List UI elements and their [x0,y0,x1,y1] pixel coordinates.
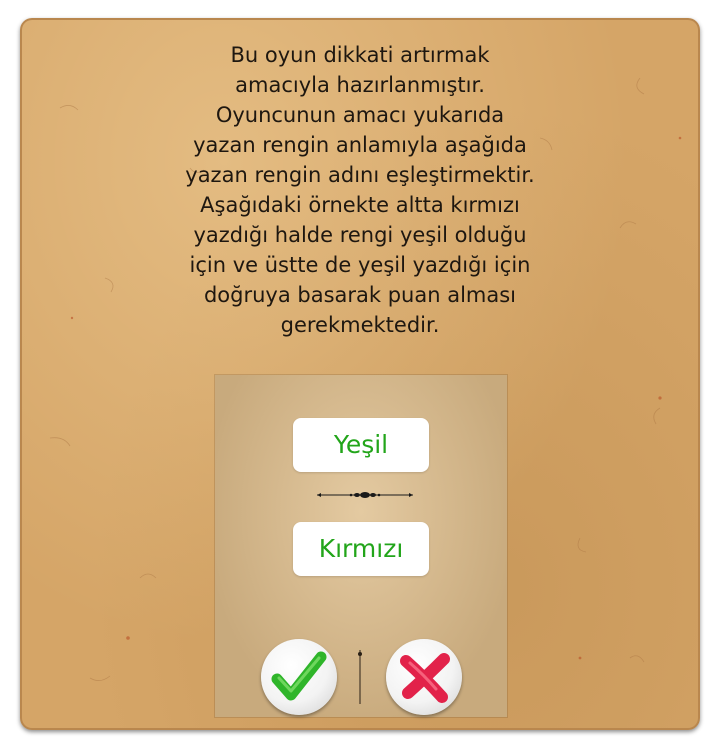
instruction-line: Aşağıdaki örnekte altta kırmızı [200,193,520,217]
instruction-line: yazdığı halde rengi yeşil olduğu [193,223,527,247]
instruction-line: yazan rengin anlamıyla aşağıda [193,133,527,157]
instructions-text: Bu oyun dikkati artırmak amacıyla hazırl… [150,40,570,340]
button-separator [358,650,362,704]
checkmark-icon [271,651,327,701]
instruction-line: amacıyla hazırlanmıştır. [235,73,485,97]
instruction-line: Oyuncunun amacı yukarıda [215,103,505,127]
top-word-card: Yeşil [293,418,429,472]
example-panel: Yeşil Kırmızı [215,375,507,717]
instruction-line: doğruya basarak puan alması [203,283,517,307]
ornament-divider [317,492,413,498]
wrong-button[interactable] [386,639,462,715]
correct-button[interactable] [261,639,337,715]
instruction-line: yazan rengin adını eşleştirmektir. [185,163,535,187]
instructions-dialog: Bu oyun dikkati artırmak amacıyla hazırl… [20,18,700,730]
bottom-word-card: Kırmızı [293,522,429,576]
instruction-line: Bu oyun dikkati artırmak [230,43,490,67]
instruction-line: gerekmektedir. [280,313,440,337]
instruction-line: için ve üstte de yeşil yazdığı için [189,253,531,277]
cross-icon [400,653,450,703]
